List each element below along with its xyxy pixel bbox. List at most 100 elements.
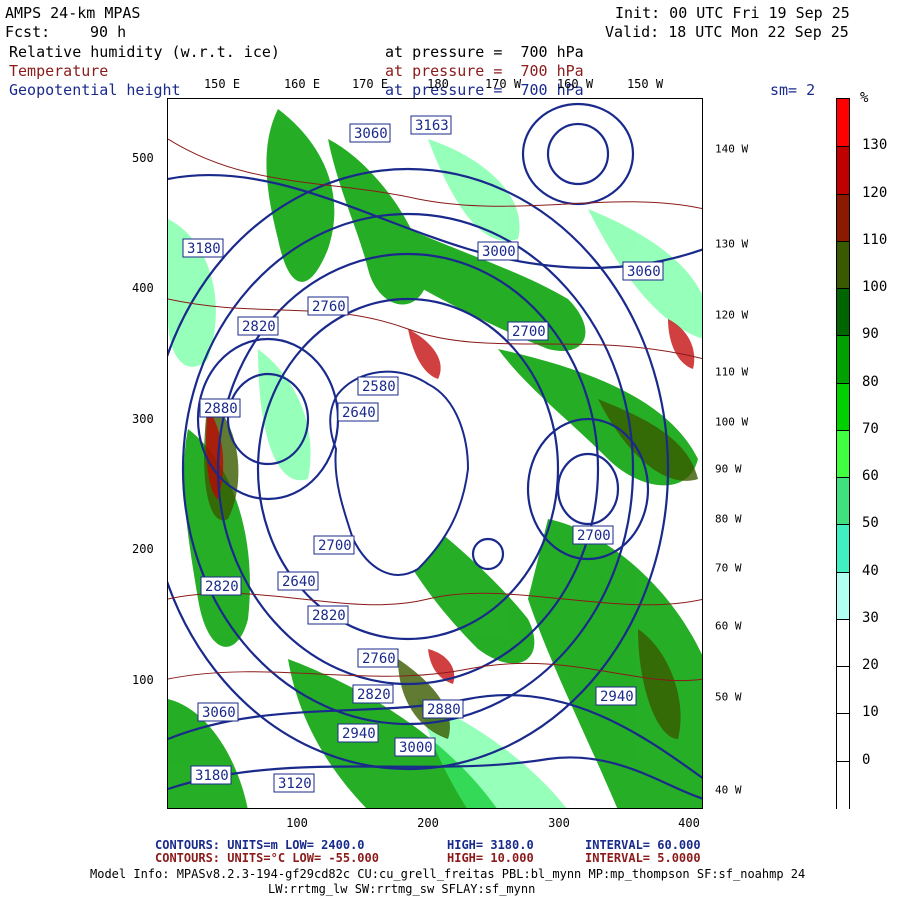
colorbar-segment [837, 429, 849, 479]
x-tick-label: 100 [286, 816, 308, 830]
colorbar-segment [837, 666, 849, 715]
colorbar-label: 10 [862, 704, 879, 721]
colorbar-segment [837, 713, 849, 763]
contour-label: 2820 [205, 579, 239, 595]
footer-height-contours: CONTOURS: UNITS=m LOW= 2400.0 [155, 838, 365, 852]
colorbar-segment [837, 571, 849, 621]
smoothing-label: sm= 2 [770, 81, 816, 99]
contour-label: 2700 [577, 528, 611, 544]
lon-label-top: 150 E [203, 77, 241, 91]
colorbar-label: 0 [862, 751, 871, 768]
colorbar-label: 50 [862, 515, 879, 532]
contour-label: 2820 [242, 319, 276, 335]
contour-label: 2940 [600, 689, 634, 705]
colorbar-segment [837, 240, 849, 290]
forecast-value: 90 h [90, 23, 127, 41]
colorbar-segment [837, 382, 849, 432]
contour-label: 3120 [278, 776, 312, 792]
contour-label: 3060 [202, 705, 236, 721]
colorbar-label: 30 [862, 609, 879, 626]
footer-temp-interval: INTERVAL= 5.0000 [585, 851, 701, 865]
contour-label: 2760 [362, 651, 396, 667]
field-rh-name: Relative humidity (w.r.t. ice) [9, 43, 280, 61]
field-height-name: Geopotential height [9, 81, 181, 99]
contour-label: 2880 [427, 702, 461, 718]
colorbar-label: 20 [862, 657, 879, 674]
field-rh-level: at pressure = 700 hPa [385, 43, 584, 61]
contour-label: 3060 [354, 126, 388, 142]
lon-label-top: 180 [427, 77, 449, 91]
lon-label-top: 160 E [283, 77, 321, 91]
y-tick-label: 400 [132, 281, 154, 295]
colorbar-segment [837, 193, 849, 243]
contour-label: 3180 [187, 241, 221, 257]
lon-label-top: 150 W [626, 77, 664, 91]
colorbar-unit: % [860, 90, 869, 106]
footer-height-high: HIGH= 3180.0 [447, 838, 534, 852]
contour-label: 2820 [312, 608, 346, 624]
lon-label-right: 40 W [715, 783, 742, 797]
y-tick-label: 100 [132, 673, 154, 687]
contour-label: 2940 [342, 726, 376, 742]
model-title: AMPS 24-km MPAS [5, 4, 141, 22]
colorbar-label: 40 [862, 562, 879, 579]
lon-label-top: 170 W [484, 77, 522, 91]
lon-label-right: 110 W [715, 365, 749, 379]
colorbar-label: 70 [862, 420, 879, 437]
y-tick-label: 300 [132, 412, 154, 426]
colorbar-label: 90 [862, 326, 879, 343]
contour-label: 2700 [318, 538, 352, 554]
lon-label-right: 90 W [715, 462, 742, 476]
colorbar-segment [837, 335, 849, 385]
contour-label: 3000 [482, 244, 516, 260]
footer-height-interval: INTERVAL= 60.000 [585, 838, 701, 852]
colorbar-segment [837, 760, 849, 810]
map-field-graphic: 3060 3163 3180 3000 2760 2820 3060 2700 … [168, 102, 702, 808]
lon-label-right: 60 W [715, 619, 742, 633]
colorbar-segment [837, 477, 849, 526]
x-tick-label: 400 [678, 816, 700, 830]
colorbar-segment [837, 618, 849, 668]
contour-label: 2760 [312, 299, 346, 315]
colorbar-segment [837, 99, 849, 147]
contour-label: 2640 [282, 574, 316, 590]
lon-label-top: 160 W [556, 77, 594, 91]
lon-label-right: 100 W [715, 415, 749, 429]
lon-label-right: 130 W [715, 237, 749, 251]
contour-label: 2820 [357, 687, 391, 703]
colorbar-label: 110 [862, 231, 888, 248]
colorbar-segment [837, 524, 849, 574]
map-plot: 3060 3163 3180 3000 2760 2820 3060 2700 … [167, 98, 703, 809]
lon-label-top: 170 E [351, 77, 389, 91]
lon-label-right: 70 W [715, 561, 742, 575]
footer-temp-high: HIGH= 10.000 [447, 851, 534, 865]
y-tick-label: 200 [132, 542, 154, 556]
colorbar-label: 130 [862, 137, 888, 154]
contour-label: 2580 [362, 379, 396, 395]
model-info: Model Info: MPASv8.2.3-194-gf29cd82c CU:… [90, 867, 806, 881]
contour-label: 3163 [415, 118, 449, 134]
colorbar-label: 80 [862, 373, 879, 390]
contour-label: 2700 [512, 324, 546, 340]
colorbar-label: 60 [862, 468, 879, 485]
contour-label: 3060 [627, 264, 661, 280]
colorbar-segment [837, 146, 849, 196]
x-tick-label: 300 [548, 816, 570, 830]
forecast-label: Fcst: [5, 23, 51, 41]
y-tick-label: 500 [132, 151, 154, 165]
contour-label: 2640 [342, 405, 376, 421]
field-temp-name: Temperature [9, 62, 109, 80]
lon-label-right: 120 W [715, 308, 749, 322]
colorbar [836, 98, 850, 810]
colorbar-label: 120 [862, 184, 888, 201]
colorbar-label: 100 [862, 279, 888, 296]
colorbar-segment [837, 288, 849, 337]
footer-temp-contours: CONTOURS: UNITS=°C LOW= -55.000 [155, 851, 379, 865]
model-info-2: LW:rrtmg_lw SW:rrtmg_sw SFLAY:sf_mynn [268, 882, 536, 896]
contour-label: 2880 [204, 401, 238, 417]
x-tick-label: 200 [417, 816, 439, 830]
contour-label: 3180 [195, 768, 229, 784]
valid-time: Valid: 18 UTC Mon 22 Sep 25 [605, 23, 849, 41]
lon-label-right: 50 W [715, 690, 742, 704]
lon-label-right: 80 W [715, 512, 742, 526]
